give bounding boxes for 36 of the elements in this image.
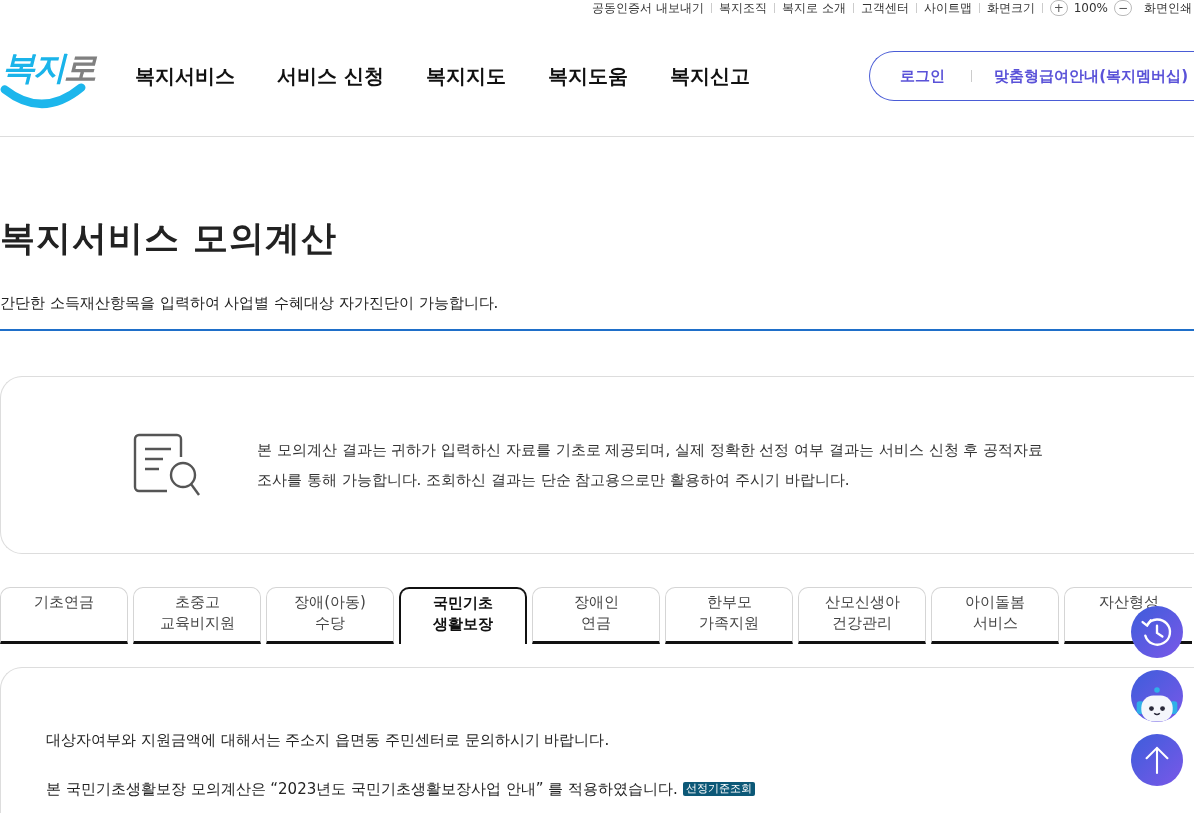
chatbot-button[interactable] xyxy=(1131,670,1183,722)
zoom-in-button[interactable]: + xyxy=(1049,0,1068,16)
membership-link[interactable]: 맞춤형급여안내(복지멤버십) xyxy=(994,66,1188,86)
info-text: 대상자여부와 지원금액에 대해서는 주소지 읍면동 주민센터로 문의하시기 바랍니다. xyxy=(46,730,611,750)
logo[interactable]: 복지로 xyxy=(0,48,95,110)
utility-link[interactable]: 사이트맵 xyxy=(923,1,972,15)
nav-link[interactable]: 복지신고 xyxy=(669,62,750,90)
utility-link[interactable]: 복지로 소개 xyxy=(781,1,846,15)
scroll-top-button[interactable] xyxy=(1131,734,1183,786)
info-text: 본 국민기초생활보장 모의계산은 “2023년도 국민기초생활보장사업 안내” 를 적용하였습니다. 선정기준조회 xyxy=(46,779,1194,799)
criteria-link[interactable]: 선정기준조회 xyxy=(682,782,755,796)
document-search-icon xyxy=(133,433,203,497)
zoom-value: 100% xyxy=(1073,1,1108,15)
page-title: 복지서비스 모의계산 xyxy=(0,217,339,260)
utility-link[interactable]: 복지조직 xyxy=(718,1,767,15)
nav-link[interactable]: 복지지도 xyxy=(425,62,506,90)
nav-link[interactable]: 서비스 신청 xyxy=(277,62,384,90)
tab[interactable]: 한부모 가족지원 xyxy=(665,587,793,644)
nav-link[interactable]: 복지도움 xyxy=(547,62,628,90)
tab[interactable]: 국민기초 생활보장 xyxy=(399,587,527,644)
tab[interactable]: 기초연금 xyxy=(0,587,128,644)
utility-link[interactable]: 고객센터 xyxy=(860,1,909,15)
nav-link[interactable]: 복지서비스 xyxy=(135,62,235,90)
tab[interactable]: 장애(아동) 수당 xyxy=(266,587,394,644)
tab[interactable]: 산모신생아 건강관리 xyxy=(798,587,926,644)
tab[interactable]: 초중고 교육비지원 xyxy=(133,587,261,644)
up-arrow-icon xyxy=(1144,745,1170,775)
login-link[interactable]: 로그인 xyxy=(900,66,946,86)
notice-text: 본 모의계산 결과는 귀하가 입력하신 자료를 기초로 제공되며, 실제 정확한 선정 여부 결과는 서비스 신청 후 공적자료 조사를 통해 가능합니다. 조회하신 결과는 단순 참고용으로만 활용하여 주시기 바랍니다. xyxy=(257,440,1045,491)
zoom-out-button[interactable]: − xyxy=(1114,0,1132,16)
zoom-label: 화면크기 xyxy=(986,1,1035,15)
tab[interactable]: 아이돌봄 서비스 xyxy=(931,587,1059,644)
page-subtitle: 간단한 소득재산항목을 입력하여 사업별 수혜대상 자가진단이 가능합니다. xyxy=(0,293,500,313)
print-link[interactable]: 화면인쇄 xyxy=(1144,1,1192,15)
tab[interactable]: 장애인 연금 xyxy=(532,587,660,644)
utility-link[interactable]: 공동인증서 내보내기 xyxy=(592,1,704,15)
